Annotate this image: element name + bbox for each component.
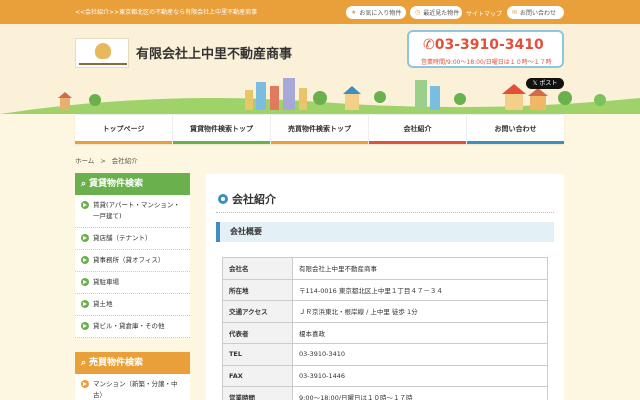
nav-underline [369,141,466,144]
business-hours: 営業時間/9:00〜18:00/日曜日は１０時〜１７時 [421,59,552,66]
recent-button[interactable]: ◷ 最近見た物件 [410,6,462,19]
contact-button[interactable]: ✉ お問い合わせ [507,6,564,19]
row-value: 9:00〜18:00/日曜日は１０時〜１７時 [292,386,548,400]
search-icon: ⌕ [81,358,87,368]
sidebar-item-rental-housing[interactable]: 賃貸(アパート・マンション・一戸建て) [75,195,190,228]
row-key: 代表者 [222,321,293,344]
row-value: 03-3910-3410 [292,343,548,366]
row-key: TEL [222,343,293,366]
table-row: FAX 03-3910-1446 [222,364,548,387]
section-heading: 会社概要 [216,222,554,242]
x-post-button[interactable]: 𝕏 ポスト [526,78,564,89]
nav-top-page[interactable]: トップページ [75,115,172,144]
title-divider [216,212,554,213]
breadcrumb-current: 会社紹介 [111,157,138,165]
sidebar-sale-heading: ⌕ 売買物件検索 [75,352,190,374]
main-nav: トップページ 賃貸物件検索トップ 売買物件検索トップ 会社紹介 お問い合わせ [75,114,564,144]
company-name: 有限会社上中里不動産商事 [136,47,293,62]
logo-text-mark [79,63,127,65]
arrow-bullet-icon [81,256,89,264]
breadcrumb-separator: > [100,157,106,165]
company-info-table: 会社名 有限会社上中里不動産商事 所在地 〒114-0016 東京都北区上中里１丁目… [222,257,548,400]
star-icon: ★ [351,9,357,16]
dog-mascot-icon [95,43,111,59]
sidebar-item-rental-parking[interactable]: 貸駐車場 [75,272,190,294]
company-logo[interactable] [75,38,129,68]
row-key: 所在地 [222,278,293,301]
row-key: 交通アクセス [222,300,293,323]
row-key: 営業時間 [222,386,293,400]
row-value: 有限会社上中里不動産商事 [292,257,548,280]
contact-label: お問い合わせ [520,10,557,17]
arrow-bullet-icon [81,201,89,209]
nav-underline [271,141,368,144]
favorites-button[interactable]: ★ お気に入り物件 [346,6,406,19]
table-row: 所在地 〒114-0016 東京都北区上中里１丁目４７－３４ [222,278,548,301]
favorites-label: お気に入り物件 [359,10,402,17]
nav-underline [75,141,172,144]
row-value: 榎本喜政 [292,321,548,344]
sale-list: マンション（新築・分譲・中古） [75,374,190,400]
nav-company-info[interactable]: 会社紹介 [368,115,466,144]
search-icon: ⌕ [81,179,87,189]
row-value: 〒114-0016 東京都北区上中里１丁目４７－３４ [292,278,548,301]
table-row: 交通アクセス ＪＲ京浜東北・根岸線 / 上中里 徒歩 1分 [222,300,548,323]
table-row: TEL 03-3910-3410 [222,343,548,366]
nav-rental-search[interactable]: 賃貸物件検索トップ [172,115,270,144]
breadcrumb-home[interactable]: ホーム [75,157,94,165]
sidebar-rental: ⌕ 賃貸物件検索 賃貸(アパート・マンション・一戸建て) 貸店舗（テナント） 貸事… [75,173,190,338]
nav-contact[interactable]: お問い合わせ [466,115,564,144]
sidebar-item-sale-mansion[interactable]: マンション（新築・分譲・中古） [75,374,190,400]
phone-number[interactable]: ✆03-3910-3410 [423,37,544,53]
row-key: 会社名 [222,257,293,280]
nav-underline [173,141,270,144]
arrow-bullet-icon [81,300,89,308]
sidebar-item-rental-office[interactable]: 貸事務所（貸オフィス） [75,250,190,272]
recent-label: 最近見た物件 [423,10,460,17]
top-bar: <<会社紹介>>東京都北区の不動産なら有限会社上中里不動産商事 ★ お気に入り物… [0,0,640,24]
row-value: ＪＲ京浜東北・根岸線 / 上中里 徒歩 1分 [292,300,548,323]
sitemap-link[interactable]: サイトマップ [466,9,502,18]
sidebar-rental-heading: ⌕ 賃貸物件検索 [75,173,190,195]
circle-bullet-icon [218,194,228,204]
arrow-bullet-icon [81,234,89,242]
main-content: 会社紹介 会社概要 会社名 有限会社上中里不動産商事 所在地 〒114-0016 東… [206,174,564,400]
table-row: 営業時間 9:00〜18:00/日曜日は１０時〜１７時 [222,386,548,400]
phone-box: ✆03-3910-3410 営業時間/9:00〜18:00/日曜日は１０時〜１７… [407,30,564,68]
table-row: 会社名 有限会社上中里不動産商事 [222,257,548,280]
arrow-bullet-icon [81,322,89,330]
site-tagline: <<会社紹介>>東京都北区の不動産なら有限会社上中里不動産商事 [75,9,258,16]
sidebar-sale: ⌕ 売買物件検索 マンション（新築・分譲・中古） [75,352,190,400]
arrow-bullet-icon [81,278,89,286]
mail-icon: ✉ [512,9,518,16]
sidebar-item-rental-land[interactable]: 貸土地 [75,294,190,316]
row-value: 03-3910-1446 [292,364,548,387]
table-row: 代表者 榎本喜政 [222,321,548,344]
arrow-bullet-icon [81,380,89,388]
sidebar-item-rental-shop[interactable]: 貸店舗（テナント） [75,228,190,250]
nav-underline [467,141,564,144]
row-key: FAX [222,364,293,387]
nav-sale-search[interactable]: 売買物件検索トップ [270,115,368,144]
phone-icon: ✆ [423,37,435,53]
clock-icon: ◷ [415,9,421,16]
sidebar-item-rental-building[interactable]: 貸ビル・貸倉庫・その他 [75,316,190,338]
breadcrumb: ホーム > 会社紹介 [75,155,138,165]
rental-list: 賃貸(アパート・マンション・一戸建て) 貸店舗（テナント） 貸事務所（貸オフィス… [75,195,190,338]
page-title: 会社紹介 [218,191,276,207]
